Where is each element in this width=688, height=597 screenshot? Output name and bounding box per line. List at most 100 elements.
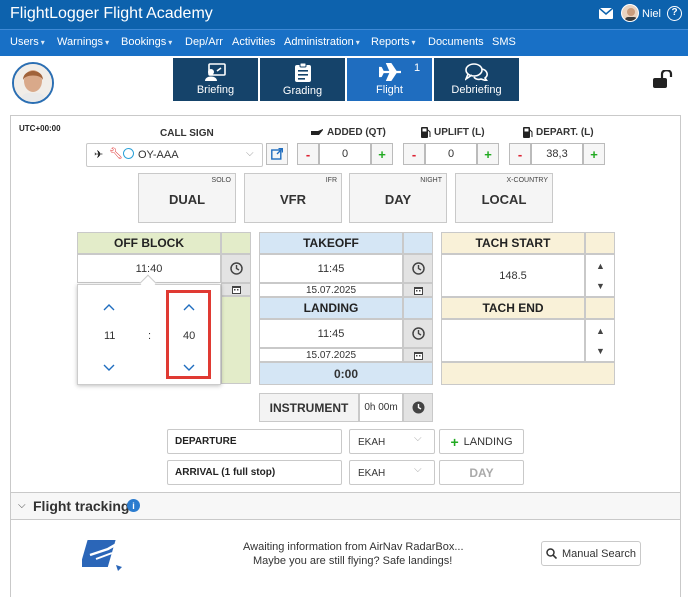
toggle-alt-label: SOLO xyxy=(211,177,231,184)
fuel-icon xyxy=(421,127,431,138)
student-avatar[interactable] xyxy=(12,62,54,104)
menu-label: Activities xyxy=(232,36,276,48)
menu-administration[interactable]: Administration ▾ xyxy=(284,36,360,48)
dual-solo-toggle[interactable]: SOLO DUAL xyxy=(138,173,236,223)
landing-clock-button[interactable] xyxy=(403,319,433,348)
landing-calendar-button[interactable] xyxy=(403,348,433,362)
calendar-icon xyxy=(413,286,423,295)
tach-end-input[interactable] xyxy=(441,319,585,362)
external-link-button[interactable] xyxy=(266,143,288,165)
menu-label: Dep/Arr xyxy=(185,36,223,48)
hour-down-icon[interactable] xyxy=(103,361,115,375)
local-xcountry-toggle[interactable]: X-COUNTRY LOCAL xyxy=(455,173,553,223)
uplift-input[interactable]: 0 xyxy=(425,143,477,165)
flight-tracking-title: Flight tracking xyxy=(33,498,130,514)
instrument-input[interactable]: 0h 00m xyxy=(359,393,403,422)
tach-start-up-icon[interactable]: ▲ xyxy=(596,261,605,271)
depart-label: DEPART. (L) xyxy=(536,127,594,138)
unlock-icon[interactable] xyxy=(653,69,673,91)
tach-end-down-icon[interactable]: ▼ xyxy=(596,346,605,356)
landing-date-input[interactable]: 15.07.2025 xyxy=(259,348,403,362)
uplift-minus-button[interactable]: - xyxy=(403,143,425,165)
tab-grading[interactable]: Grading xyxy=(260,58,345,101)
hour-value[interactable]: 11 xyxy=(104,330,115,342)
toggle-main-label: DAY xyxy=(384,192,412,207)
tach-start-down-icon[interactable]: ▼ xyxy=(596,281,605,291)
clock-icon xyxy=(411,262,425,275)
day-night-toggle[interactable]: NIGHT DAY xyxy=(349,173,447,223)
fuel-icon xyxy=(523,127,533,138)
chevron-down-icon: ▾ xyxy=(411,38,416,47)
tab-flight[interactable]: Flight 1 xyxy=(347,58,432,101)
chevron-down-icon: ▾ xyxy=(355,38,360,47)
menu-label: Users xyxy=(10,36,39,48)
menu-bookings[interactable]: Bookings ▾ xyxy=(121,36,172,48)
plane-icon xyxy=(378,63,401,81)
hour-up-icon[interactable] xyxy=(103,300,115,314)
tab-briefing[interactable]: Briefing xyxy=(173,58,258,101)
add-landing-button[interactable]: + LANDING xyxy=(439,429,524,454)
clipboard-icon xyxy=(294,63,311,82)
clock-icon xyxy=(412,401,424,414)
menu-activities[interactable]: Activities xyxy=(232,36,275,48)
departure-airport-select[interactable]: EKAH ⌵ xyxy=(349,429,435,454)
chevron-down-icon: ▾ xyxy=(40,38,45,47)
uplift-plus-button[interactable]: + xyxy=(477,143,499,165)
added-header: ADDED (QT) xyxy=(310,127,386,138)
minute-up-icon[interactable] xyxy=(183,300,195,314)
instrument-clock-button[interactable] xyxy=(403,393,433,422)
info-icon[interactable]: i xyxy=(127,499,140,512)
toggle-main-label: LOCAL xyxy=(481,192,527,207)
callsign-select[interactable]: ✈ 🔧︎ OY-AAA ⌵ xyxy=(86,143,263,167)
added-label: ADDED (QT) xyxy=(327,127,386,138)
chevron-down-icon: ⌵ xyxy=(414,464,422,475)
tab-label: Briefing xyxy=(196,84,235,96)
tab-debriefing[interactable]: Debriefing xyxy=(434,58,519,101)
added-plus-button[interactable]: + xyxy=(371,143,393,165)
tach-end-up-icon[interactable]: ▲ xyxy=(596,326,605,336)
menu-users[interactable]: Users ▾ xyxy=(10,36,45,48)
landing-time-input[interactable]: 11:45 xyxy=(259,319,403,348)
external-link-icon xyxy=(271,148,283,160)
takeoff-calendar-button[interactable] xyxy=(403,283,433,297)
instrument-label: INSTRUMENT xyxy=(259,393,359,422)
main-menu: Users ▾ Warnings ▾ Bookings ▾ Dep/Arr Activ… xyxy=(0,29,688,56)
depart-input[interactable]: 38,3 xyxy=(531,143,583,165)
title-bar: FlightLogger Flight Academy Niel ? xyxy=(0,0,688,29)
tach-start-input[interactable]: 148.5 xyxy=(441,254,585,297)
tab-badge: 1 xyxy=(414,62,421,74)
arrival-airport-select[interactable]: EKAH ⌵ xyxy=(349,460,435,485)
menu-documents[interactable]: Documents xyxy=(428,36,484,48)
takeoff-time-input[interactable]: 11:45 xyxy=(259,254,403,283)
app-title: FlightLogger Flight Academy xyxy=(10,5,213,22)
depart-minus-button[interactable]: - xyxy=(509,143,531,165)
off-block-clock-button[interactable] xyxy=(221,254,251,283)
minute-down-icon[interactable] xyxy=(183,361,195,375)
depart-plus-button[interactable]: + xyxy=(583,143,605,165)
menu-label: Reports xyxy=(371,36,410,48)
manual-search-button[interactable]: Manual Search xyxy=(541,541,641,566)
mail-icon[interactable] xyxy=(598,7,614,22)
user-name[interactable]: Niel xyxy=(642,8,661,20)
help-icon[interactable]: ? xyxy=(667,6,682,21)
manual-search-label: Manual Search xyxy=(562,547,636,560)
vfr-ifr-toggle[interactable]: IFR VFR xyxy=(244,173,342,223)
arrival-day-toggle[interactable]: DAY xyxy=(439,460,524,485)
flight-tracking-header[interactable]: ⌵ Flight tracking i xyxy=(10,492,681,520)
departure-label: DEPARTURE xyxy=(175,436,237,447)
menu-warnings[interactable]: Warnings ▾ xyxy=(57,36,109,48)
tab-label: Grading xyxy=(282,85,323,97)
minute-value[interactable]: 40 xyxy=(183,330,195,342)
takeoff-date-input[interactable]: 15.07.2025 xyxy=(259,283,403,297)
toggle-alt-label: X-COUNTRY xyxy=(506,177,548,184)
user-avatar-small[interactable] xyxy=(621,4,639,22)
added-input[interactable]: 0 xyxy=(319,143,371,165)
takeoff-clock-button[interactable] xyxy=(403,254,433,283)
menu-dep-arr[interactable]: Dep/Arr xyxy=(185,36,223,48)
uplift-header: UPLIFT (L) xyxy=(421,127,485,138)
menu-sms[interactable]: SMS xyxy=(492,36,516,48)
menu-reports[interactable]: Reports ▾ xyxy=(371,36,416,48)
off-block-calendar-button[interactable] xyxy=(221,283,251,296)
plane-icon: ✈ xyxy=(94,149,104,161)
added-minus-button[interactable]: - xyxy=(297,143,319,165)
